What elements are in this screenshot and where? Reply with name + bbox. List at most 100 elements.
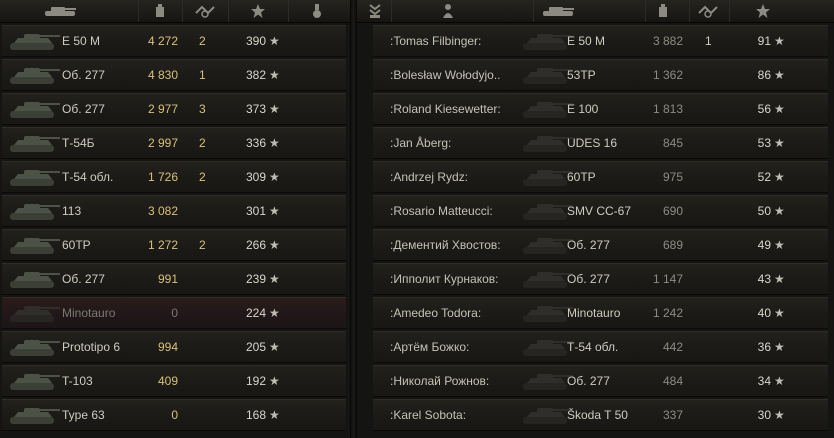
table-row[interactable]: :Ипполит Курнаков: Об. 277 1 147 43 ★ xyxy=(373,263,828,295)
damage-icon[interactable] xyxy=(142,2,178,20)
damage-value: 0 xyxy=(171,408,178,422)
xp-star-icon: ★ xyxy=(774,238,785,252)
table-row[interactable]: T-103 409 192 ★ xyxy=(2,365,346,397)
header-separator xyxy=(288,0,289,22)
xp-star-icon: ★ xyxy=(269,408,280,422)
damage-value: 4 272 xyxy=(147,34,178,48)
vehicle-name: Prototipo 6 xyxy=(62,340,121,354)
xp-star-icon[interactable] xyxy=(236,2,280,20)
kills-value xyxy=(705,264,725,294)
kills-value: 2 xyxy=(199,136,206,150)
table-row[interactable]: E 50 M 4 272 2 390 ★ xyxy=(2,25,346,57)
player-name: :Karel Sobota: xyxy=(390,408,467,422)
xp-star-icon: ★ xyxy=(269,374,280,388)
damage-value: 442 xyxy=(662,340,683,354)
player-name: :Jan Åberg: xyxy=(390,136,452,150)
table-row[interactable]: :Roland Kiesewetter: E 100 1 813 56 ★ xyxy=(373,93,828,125)
player-icon[interactable] xyxy=(437,2,459,20)
xp-star-icon: ★ xyxy=(774,306,785,320)
kills-value xyxy=(705,196,725,226)
vehicle-name: Об. 277 xyxy=(62,272,105,286)
table-row[interactable]: Prototipo 6 994 205 ★ xyxy=(2,331,346,363)
xp-value: 224 xyxy=(245,306,266,320)
xp-value: 34 xyxy=(757,374,771,388)
kills-value xyxy=(199,196,219,226)
xp-value: 168 xyxy=(245,408,266,422)
xp-star-icon: ★ xyxy=(269,306,280,320)
kills-value: 3 xyxy=(199,102,206,116)
xp-value: 49 xyxy=(757,238,771,252)
damage-value: 1 726 xyxy=(147,170,178,184)
table-row[interactable]: 60TP 1 272 2 266 ★ xyxy=(2,229,346,261)
header-separator xyxy=(645,0,646,22)
table-row[interactable]: Type 63 0 168 ★ xyxy=(2,399,346,431)
frags-icon[interactable] xyxy=(693,2,723,20)
table-row[interactable]: Об. 277 4 830 1 382 ★ xyxy=(2,59,346,91)
xp-value: 36 xyxy=(757,340,771,354)
table-row[interactable]: :Tomas Filbinger: E 50 M3 882 1 91 ★ xyxy=(373,25,828,57)
player-name: :Andrzej Rydz: xyxy=(390,170,469,184)
xp-star-icon: ★ xyxy=(269,102,280,116)
table-row[interactable]: :Jan Åberg: UDES 16 845 53 ★ xyxy=(373,127,828,159)
table-row[interactable]: Minotauro 0 224 ★ xyxy=(2,297,346,329)
table-row[interactable]: :Артём Божко: Т-54 обл. 442 36 ★ xyxy=(373,331,828,363)
vehicle-name: 60TP xyxy=(62,238,91,252)
table-row[interactable]: :Николай Рожнов: Об. 277 484 34 ★ xyxy=(373,365,828,397)
xp-star-icon: ★ xyxy=(774,136,785,150)
table-row[interactable]: :Bolesław Wołodyjo.. 53TP 1 362 86 ★ xyxy=(373,59,828,91)
table-row[interactable]: :Karel Sobota: Škoda T 50 337 30 ★ xyxy=(373,399,828,431)
xp-value: 30 xyxy=(757,408,771,422)
xp-value: 382 xyxy=(245,68,266,82)
rank-icon[interactable] xyxy=(365,2,385,20)
header-separator xyxy=(228,0,229,22)
table-row[interactable]: 113 3 082 301 ★ xyxy=(2,195,346,227)
player-name: :Bolesław Wołodyjo.. xyxy=(390,68,501,82)
table-row[interactable]: :Rosario Matteucci: SMV CC-67 690 50 ★ xyxy=(373,195,828,227)
xp-star-icon: ★ xyxy=(774,204,785,218)
xp-value: 205 xyxy=(245,340,266,354)
xp-value: 301 xyxy=(245,204,266,218)
table-row[interactable]: Т-54 обл. 1 726 2 309 ★ xyxy=(2,161,346,193)
tank-silhouette-icon xyxy=(10,408,60,424)
kills-value xyxy=(705,298,725,328)
tank-icon[interactable] xyxy=(535,2,581,20)
damage-value: 689 xyxy=(662,238,683,252)
xp-star-icon: ★ xyxy=(269,272,280,286)
table-row[interactable]: Об. 277 991 239 ★ xyxy=(2,263,346,295)
kills-value: 2 xyxy=(199,170,206,184)
damage-value: 337 xyxy=(662,408,683,422)
xp-value: 56 xyxy=(757,102,771,116)
xp-star-icon: ★ xyxy=(269,136,280,150)
xp-value: 40 xyxy=(757,306,771,320)
medal-icon[interactable] xyxy=(305,2,329,20)
table-row[interactable]: Об. 277 2 977 3 373 ★ xyxy=(2,93,346,125)
vehicle-name: 113 xyxy=(62,204,82,218)
vehicle-name: Т-54 обл. xyxy=(62,170,114,184)
damage-value: 1 362 xyxy=(652,68,683,82)
kills-value: 2 xyxy=(199,238,206,252)
damage-icon[interactable] xyxy=(649,2,677,20)
xp-star-icon[interactable] xyxy=(741,2,785,20)
damage-value: 975 xyxy=(662,170,683,184)
table-row[interactable]: Т-54Б 2 997 2 336 ★ xyxy=(2,127,346,159)
table-row[interactable]: :Andrzej Rydz: 60TP 975 52 ★ xyxy=(373,161,828,193)
tank-silhouette-icon xyxy=(10,272,60,288)
kills-value xyxy=(705,332,725,362)
tank-silhouette-icon xyxy=(10,204,60,220)
tank-silhouette-icon xyxy=(10,68,60,84)
frags-icon[interactable] xyxy=(186,2,224,20)
damage-value: 3 082 xyxy=(147,204,178,218)
tank-icon[interactable] xyxy=(40,2,80,20)
kills-value xyxy=(199,366,219,396)
vehicle-name: Type 63 xyxy=(62,408,105,422)
vehicle-name: Об. 277 xyxy=(62,68,105,82)
xp-value: 373 xyxy=(245,102,266,116)
xp-value: 336 xyxy=(245,136,266,150)
xp-star-icon: ★ xyxy=(269,238,280,252)
table-row[interactable]: :Дементий Хвостов: Об. 277 689 49 ★ xyxy=(373,229,828,261)
player-name: :Roland Kiesewetter: xyxy=(390,102,501,116)
vehicle-name: Т-54Б xyxy=(62,136,95,150)
table-row[interactable]: :Amedeo Todora: Minotauro 1 242 40 ★ xyxy=(373,297,828,329)
xp-star-icon: ★ xyxy=(774,340,785,354)
xp-value: 266 xyxy=(245,238,266,252)
